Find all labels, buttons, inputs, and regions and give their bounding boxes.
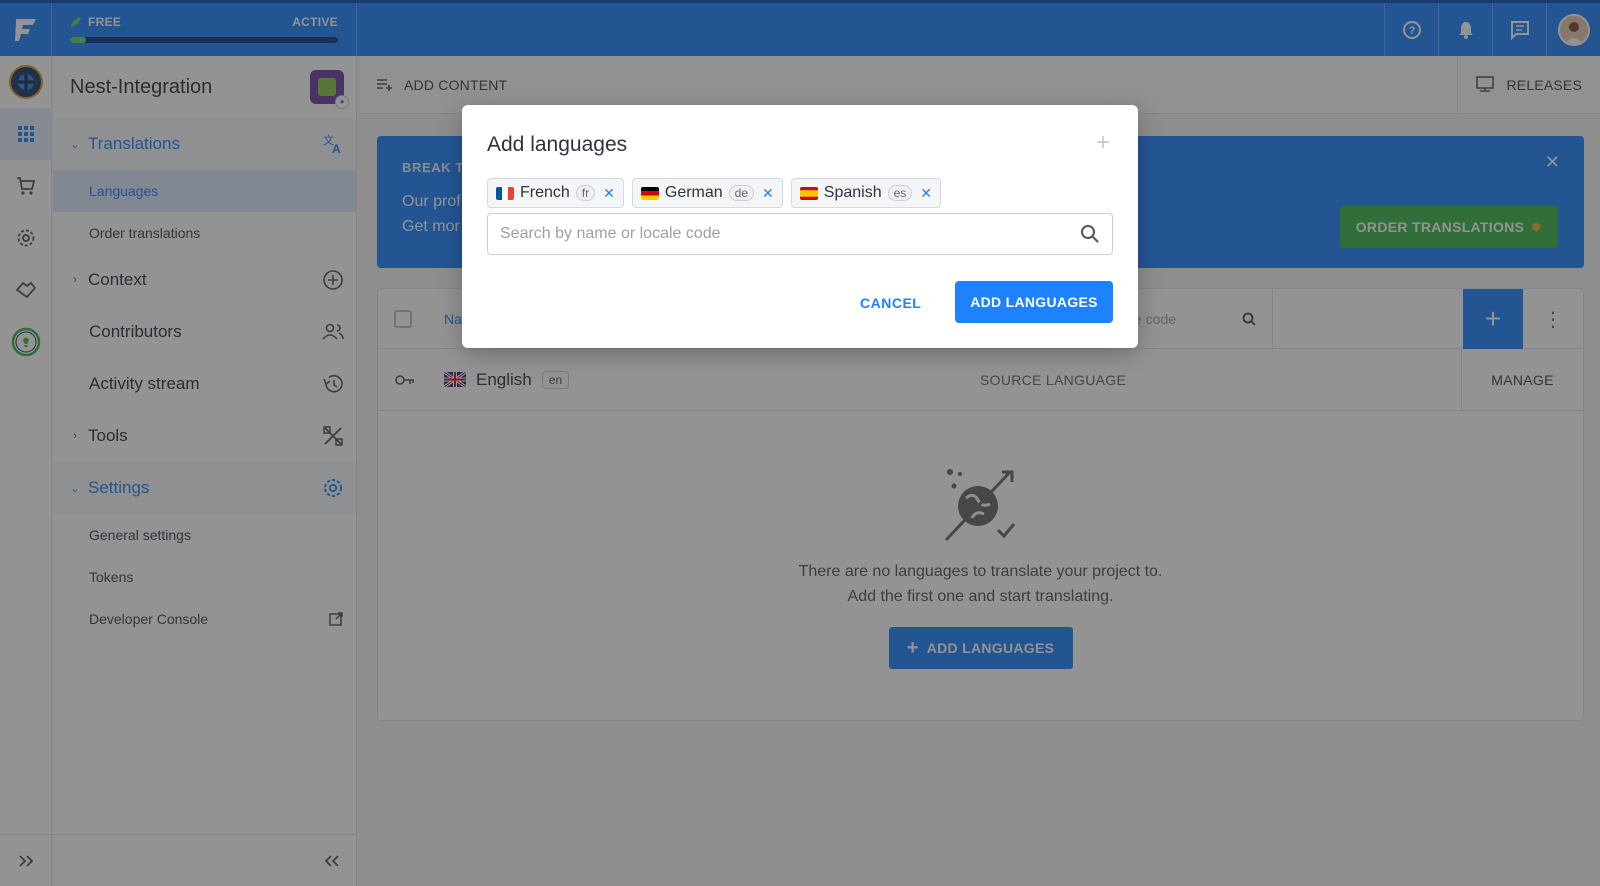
language-chip-french[interactable]: French fr ✕ xyxy=(487,178,624,208)
language-search-input[interactable]: Search by name or locale code xyxy=(487,213,1113,255)
remove-chip-icon[interactable]: ✕ xyxy=(920,185,932,202)
language-search-placeholder: Search by name or locale code xyxy=(500,225,721,242)
language-chip-german[interactable]: German de ✕ xyxy=(631,178,783,208)
cancel-button[interactable]: CANCEL xyxy=(860,295,921,311)
germany-flag-icon xyxy=(640,186,659,200)
search-icon xyxy=(1081,225,1099,243)
dialog-title: Add languages xyxy=(487,133,628,156)
chip-code: de xyxy=(728,185,755,201)
chip-name: Spanish xyxy=(823,184,882,201)
chip-code: fr xyxy=(575,185,596,201)
remove-chip-icon[interactable]: ✕ xyxy=(762,185,774,202)
add-languages-dialog: Add languages + French fr ✕ German de ✕ … xyxy=(462,105,1138,348)
plus-icon: + xyxy=(1095,129,1110,156)
chip-name: German xyxy=(664,184,723,201)
chip-name: French xyxy=(520,184,570,201)
spain-flag-icon xyxy=(799,186,818,200)
remove-chip-icon[interactable]: ✕ xyxy=(603,185,615,202)
chip-code: es xyxy=(887,185,913,201)
language-chip-spanish[interactable]: Spanish es ✕ xyxy=(790,178,942,208)
france-flag-icon xyxy=(496,186,514,200)
selected-languages: French fr ✕ German de ✕ Spanish es ✕ xyxy=(487,178,942,208)
add-languages-button[interactable]: ADD LANGUAGES xyxy=(955,281,1113,323)
